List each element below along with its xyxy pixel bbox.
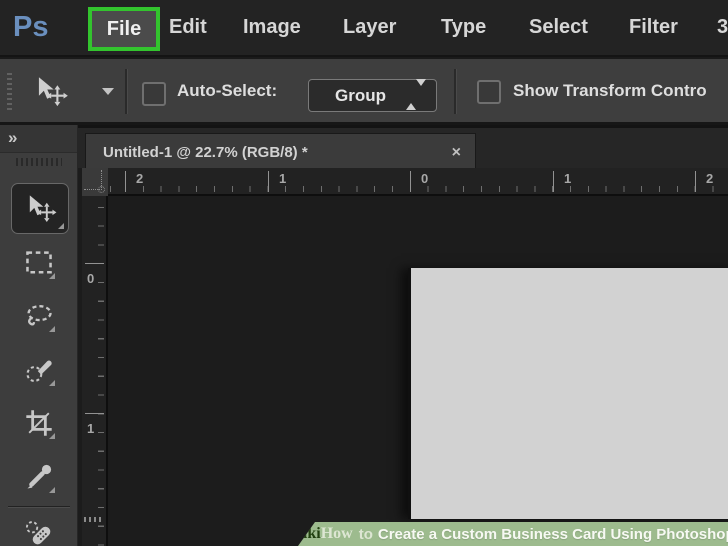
ruler-minor-ticks (98, 196, 104, 546)
tool-flyout-triangle-icon (49, 487, 55, 493)
tools-panel: » (0, 125, 78, 546)
tools-panel-grip[interactable] (16, 158, 62, 166)
watermark-connector: to (359, 526, 373, 543)
ruler-label: 1 (564, 171, 571, 186)
ruler-origin-corner[interactable] (82, 168, 108, 196)
annotation-highlight-box: File (88, 7, 160, 51)
tool-crop[interactable] (19, 403, 59, 443)
auto-select-target-dropdown[interactable]: Group (308, 79, 437, 112)
tool-move[interactable] (11, 183, 69, 234)
watermark-title: Create a Custom Business Card Using Phot… (378, 526, 728, 543)
tool-rectangular-marquee[interactable] (19, 243, 59, 283)
ruler-major-tick (125, 171, 126, 192)
ruler-dotted-marker (84, 517, 104, 522)
tool-flyout-triangle-icon (49, 273, 55, 279)
options-separator (454, 69, 457, 114)
auto-select-checkbox[interactable] (142, 82, 166, 106)
double-chevron-icon: » (8, 128, 16, 147)
menu-item-type[interactable]: Type (441, 0, 486, 55)
spot-healing-brush-icon (24, 518, 54, 546)
menu-bar: Ps File Edit Image Layer Type Select Fil… (0, 0, 728, 57)
tool-spot-healing-brush[interactable] (19, 513, 59, 546)
tools-panel-collapse-button[interactable]: » (0, 125, 77, 153)
ruler-major-tick (410, 171, 411, 192)
options-bar-grip[interactable] (7, 73, 12, 113)
document-tab-title: Untitled-1 @ 22.7% (RGB/8) * (103, 144, 308, 161)
horizontal-ruler[interactable]: 2 1 0 1 2 (108, 168, 728, 196)
tool-flyout-triangle-icon (49, 433, 55, 439)
menu-item-filter[interactable]: Filter (629, 0, 678, 55)
menu-item-file[interactable]: File (107, 18, 141, 41)
photoshop-logo: Ps (13, 0, 48, 55)
dropdown-value: Group (335, 86, 386, 106)
tool-flyout-triangle-icon (49, 326, 55, 332)
auto-select-label: Auto-Select: (177, 59, 277, 122)
options-bar: Auto-Select: Group Show Transform Contro (0, 57, 728, 125)
photoshop-window: Ps File Edit Image Layer Type Select Fil… (0, 0, 728, 546)
ruler-minor-ticks (108, 186, 728, 192)
ruler-major-tick (695, 171, 696, 192)
tool-preset-caret-icon[interactable] (102, 88, 114, 95)
ruler-label: 2 (136, 171, 143, 186)
tools-separator (8, 506, 70, 508)
document-tab[interactable]: Untitled-1 @ 22.7% (RGB/8) * × (85, 133, 476, 171)
ruler-origin-dot (98, 186, 105, 193)
ruler-label: 0 (421, 171, 428, 186)
ruler-label: 1 (87, 421, 94, 436)
move-tool-preset-icon[interactable] (28, 76, 72, 108)
canvas-workspace (108, 196, 728, 546)
ruler-label: 2 (706, 171, 713, 186)
ruler-major-tick (85, 413, 104, 414)
document-canvas[interactable] (408, 268, 728, 519)
dropdown-spinner-icon (406, 86, 426, 104)
vertical-ruler[interactable]: 0 1 (82, 196, 108, 546)
menu-item-image[interactable]: Image (243, 0, 301, 55)
ruler-label: 1 (279, 171, 286, 186)
tool-lasso[interactable] (19, 296, 59, 336)
menu-item-select[interactable]: Select (529, 0, 588, 55)
ruler-label: 0 (87, 271, 94, 286)
menu-item-edit[interactable]: Edit (169, 0, 207, 55)
tab-close-icon[interactable]: × (452, 146, 461, 160)
tool-flyout-triangle-icon (58, 223, 64, 229)
tool-flyout-triangle-icon (49, 380, 55, 386)
show-transform-controls-checkbox[interactable] (477, 80, 501, 104)
wikihow-logo-how: How (321, 525, 353, 543)
show-transform-controls-label: Show Transform Contro (513, 59, 707, 122)
tool-eyedropper[interactable] (19, 457, 59, 497)
tool-quick-selection[interactable] (19, 350, 59, 390)
wikihow-watermark: wikiHow to Create a Custom Business Card… (298, 522, 728, 546)
move-tool-icon (23, 192, 57, 226)
menu-item-layer[interactable]: Layer (343, 0, 396, 55)
ruler-major-tick (268, 171, 269, 192)
options-separator (125, 69, 128, 114)
ruler-major-tick (553, 171, 554, 192)
ruler-major-tick (85, 263, 104, 264)
document-tab-bar: Untitled-1 @ 22.7% (RGB/8) * × (78, 125, 728, 168)
menu-item-3d[interactable]: 3 (717, 0, 728, 55)
